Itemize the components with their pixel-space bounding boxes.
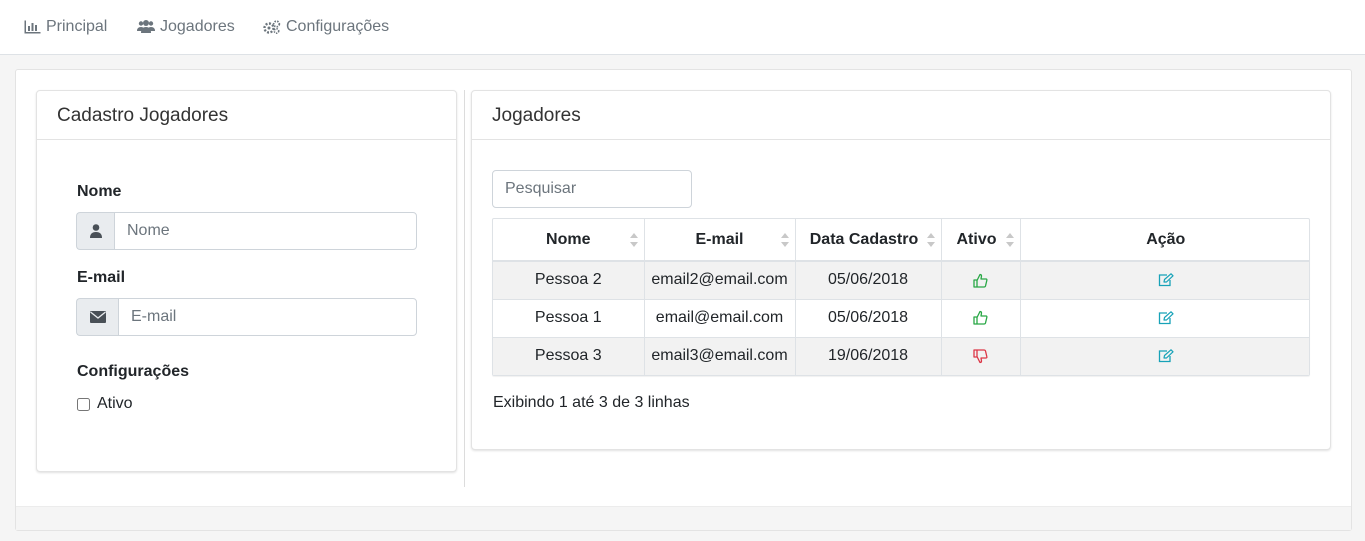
- column-header-label: E-mail: [695, 230, 744, 248]
- cell-acao: [1020, 336, 1309, 375]
- cell-nome: Pessoa 1: [493, 298, 645, 337]
- cell-data: 19/06/2018: [795, 336, 942, 375]
- table-row: Pessoa 3 email3@email.com 19/06/2018: [493, 336, 1309, 375]
- cell-email: email3@email.com: [644, 336, 796, 375]
- name-input[interactable]: [114, 212, 417, 250]
- players-table-panel: Jogadores Nome: [471, 90, 1331, 450]
- pagination-info: Exibindo 1 até 3 de 3 linhas: [493, 394, 690, 411]
- main-footer-bar: [16, 506, 1351, 530]
- edit-icon[interactable]: [1158, 309, 1174, 326]
- table-panel-title: Jogadores: [472, 91, 1330, 140]
- cell-acao: [1020, 260, 1309, 299]
- column-header-nome[interactable]: Nome: [493, 219, 645, 262]
- column-header-label: Ação: [1146, 230, 1186, 248]
- column-header-label: Ativo: [956, 230, 997, 248]
- sort-icon: [780, 232, 789, 248]
- player-form-panel: Cadastro Jogadores Nome E-mail Configura…: [36, 90, 457, 472]
- cell-ativo: [941, 298, 1021, 337]
- nav-item-label: Principal: [46, 18, 108, 35]
- cogs-icon: [263, 20, 281, 34]
- bar-chart-icon: [24, 20, 41, 34]
- users-icon: [137, 20, 155, 34]
- nav-item-principal[interactable]: Principal: [24, 16, 107, 38]
- sort-icon: [629, 232, 638, 248]
- cell-data: 05/06/2018: [795, 260, 942, 299]
- cell-ativo: [941, 336, 1021, 375]
- column-header-email[interactable]: E-mail: [644, 219, 796, 262]
- nav-item-jogadores[interactable]: Jogadores: [137, 16, 235, 38]
- active-checkbox[interactable]: [77, 397, 90, 411]
- cell-nome: Pessoa 3: [493, 336, 645, 375]
- nav-item-configuracoes[interactable]: Configurações: [263, 16, 389, 38]
- email-input[interactable]: [118, 298, 417, 336]
- table-row: Pessoa 1 email@email.com 05/06/2018: [493, 298, 1309, 337]
- thumbs-down-icon: [973, 347, 988, 364]
- edit-icon[interactable]: [1158, 347, 1174, 364]
- active-checkbox-row[interactable]: Ativo: [77, 394, 133, 414]
- thumbs-up-icon: [973, 309, 988, 326]
- nav-item-label: Jogadores: [160, 18, 235, 35]
- column-header-acao: Ação: [1020, 219, 1309, 262]
- cell-email: email@email.com: [644, 298, 796, 337]
- active-checkbox-label: Ativo: [97, 395, 133, 412]
- form-panel-title: Cadastro Jogadores: [37, 91, 456, 140]
- column-header-ativo[interactable]: Ativo: [941, 219, 1021, 262]
- user-icon: [76, 212, 114, 250]
- column-header-label: Data Cadastro: [809, 230, 919, 248]
- envelope-icon: [76, 298, 118, 336]
- nav-item-label: Configurações: [286, 18, 390, 35]
- cell-nome: Pessoa 2: [493, 260, 645, 299]
- cell-email: email2@email.com: [644, 260, 796, 299]
- email-label: E-mail: [77, 269, 126, 286]
- cell-ativo: [941, 260, 1021, 299]
- sort-icon: [1005, 232, 1014, 248]
- name-input-group: [76, 212, 417, 250]
- cell-data: 05/06/2018: [795, 298, 942, 337]
- edit-icon[interactable]: [1158, 271, 1174, 288]
- main-container: Cadastro Jogadores Nome E-mail Configura…: [15, 69, 1352, 531]
- column-divider: [464, 90, 465, 487]
- cell-acao: [1020, 298, 1309, 337]
- name-label: Nome: [77, 183, 122, 200]
- search-input[interactable]: [492, 170, 692, 208]
- email-input-group: [76, 298, 417, 336]
- table-header-row: Nome E-mail Data Cadastro Ativo Ação: [493, 219, 1309, 262]
- thumbs-up-icon: [973, 271, 988, 288]
- sort-icon: [926, 232, 935, 248]
- top-navbar: Principal Jogadores Configurações: [0, 0, 1365, 55]
- column-header-label: Nome: [546, 230, 591, 248]
- config-label: Configurações: [77, 363, 190, 380]
- column-header-data-cadastro[interactable]: Data Cadastro: [795, 219, 942, 262]
- table-row: Pessoa 2 email2@email.com 05/06/2018: [493, 260, 1309, 299]
- players-table: Nome E-mail Data Cadastro Ativo Ação Pes…: [492, 218, 1310, 376]
